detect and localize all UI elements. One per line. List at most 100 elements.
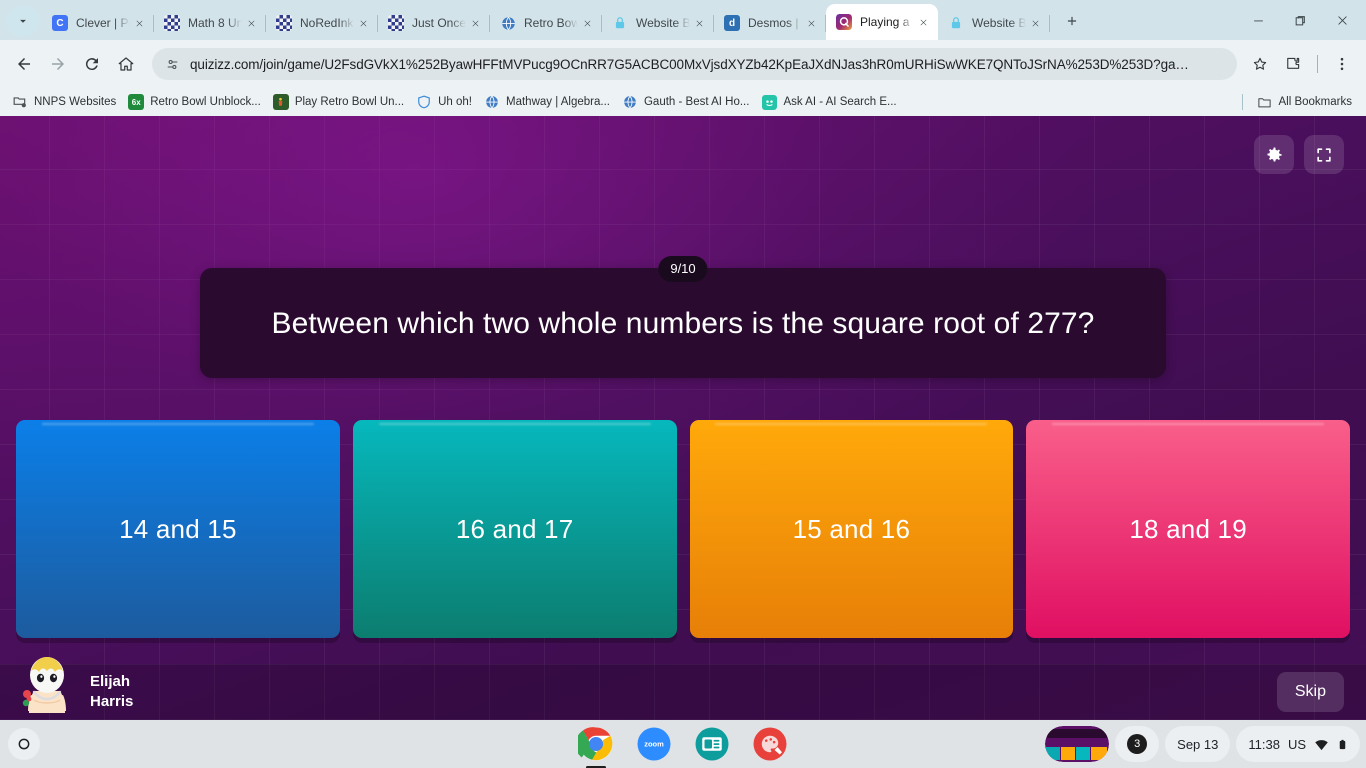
question-container: 9/10 Between which two whole numbers is …	[200, 256, 1166, 378]
folder-settings-icon	[12, 94, 28, 110]
chrome-app-icon[interactable]	[577, 725, 615, 763]
player-name: Elijah Harris	[90, 672, 133, 713]
tab-title: Desmos |	[748, 16, 799, 30]
zoom-app-icon[interactable]: zoom	[635, 725, 673, 763]
bookmark-item[interactable]: Mathway | Algebra...	[480, 91, 618, 113]
tab-close-button[interactable]	[690, 14, 708, 32]
bookmarks-divider	[1241, 94, 1243, 110]
bookmark-item[interactable]: Uh oh!	[412, 91, 480, 113]
forward-button[interactable]	[42, 48, 74, 80]
browser-tab[interactable]: Website Bl	[938, 6, 1050, 40]
maximize-button[interactable]	[1280, 4, 1320, 36]
address-bar[interactable]: quizizz.com/join/game/U2FsdGVkX1%252Byaw…	[152, 48, 1237, 80]
answer-option[interactable]: 16 and 17	[352, 420, 677, 638]
window-controls	[1238, 4, 1362, 36]
circle-icon	[18, 738, 30, 750]
bookmark-label: Uh oh!	[438, 96, 472, 108]
bookmark-label: Retro Bowl Unblock...	[150, 96, 261, 108]
canvas-app-icon[interactable]	[751, 725, 789, 763]
extensions-button[interactable]	[1277, 48, 1309, 80]
answer-option[interactable]: 15 and 16	[689, 420, 1014, 638]
quizizz-game-page: 9/10 Between which two whole numbers is …	[0, 116, 1366, 720]
bookmark-item[interactable]: Play Retro Bowl Un...	[269, 91, 412, 113]
browser-menu-button[interactable]	[1326, 48, 1358, 80]
settings-button[interactable]	[1254, 135, 1294, 174]
answer-label: 18 and 19	[1129, 513, 1247, 544]
date-tray-button[interactable]: Sep 13	[1165, 726, 1231, 762]
bookmarks-bar: NNPS Websites 6x Retro Bowl Unblock... Play…	[0, 88, 1366, 116]
shield-icon	[416, 94, 432, 110]
tab-close-button[interactable]	[1026, 14, 1044, 32]
browser-tab[interactable]: Playing a	[826, 4, 938, 40]
tab-title: Clever | Po	[76, 16, 130, 30]
notification-counter-button[interactable]: 3	[1115, 726, 1160, 762]
player-first-name: Elijah	[90, 672, 131, 690]
close-button[interactable]	[1322, 4, 1362, 36]
browser-tab[interactable]: Just Once	[378, 6, 490, 40]
bookmark-item[interactable]: NNPS Websites	[8, 91, 124, 113]
lock-icon	[948, 15, 964, 31]
bookmark-label: NNPS Websites	[34, 96, 117, 108]
shelf-app-list: zoom	[577, 725, 789, 763]
status-area: 3 Sep 13 11:38 US	[1045, 726, 1360, 762]
tab-title: Math 8 Un	[188, 16, 242, 30]
tab-close-button[interactable]	[914, 13, 932, 31]
bookmark-label: Play Retro Bowl Un...	[294, 96, 405, 108]
checkerboard-icon	[388, 15, 404, 31]
close-icon	[1337, 15, 1347, 25]
window-preview-button[interactable]	[1045, 726, 1110, 762]
browser-toolbar: quizizz.com/join/game/U2FsdGVkX1%252Byaw…	[0, 40, 1366, 88]
tab-title: Website Bl	[636, 16, 690, 30]
chevron-down-icon	[20, 19, 26, 23]
home-icon	[118, 57, 134, 71]
browser-tab[interactable]: Math 8 Un	[154, 6, 266, 40]
home-button[interactable]	[110, 48, 142, 80]
fullscreen-button[interactable]	[1304, 135, 1344, 174]
tab-close-button[interactable]	[130, 14, 148, 32]
tab-search-button[interactable]	[6, 6, 40, 36]
answer-option[interactable]: 18 and 19	[1026, 420, 1350, 638]
browser-tab[interactable]: C Clever | Po	[42, 6, 154, 40]
bookmark-item[interactable]: 6x Retro Bowl Unblock...	[124, 91, 269, 113]
answer-label: 16 and 17	[455, 513, 574, 544]
tab-close-button[interactable]	[242, 14, 260, 32]
bookmark-item[interactable]: Gauth - Best AI Ho...	[618, 91, 757, 113]
system-tray-button[interactable]: 11:38 US	[1236, 726, 1360, 762]
new-tab-button[interactable]	[1058, 7, 1086, 35]
all-bookmarks-button[interactable]: All Bookmarks	[1253, 91, 1361, 113]
browser-tab[interactable]: Website Bl	[602, 6, 714, 40]
tab-title: Retro Bowl	[524, 16, 578, 30]
bookmark-label: Mathway | Algebra...	[506, 96, 610, 108]
tab-close-button[interactable]	[578, 14, 596, 32]
site-settings-icon[interactable]	[162, 54, 182, 74]
tab-close-button[interactable]	[802, 14, 820, 32]
reload-button[interactable]	[76, 48, 108, 80]
bookmarks-bar-right: All Bookmarks	[1241, 88, 1361, 116]
skip-button[interactable]: Skip	[1276, 672, 1344, 712]
browser-tab[interactable]: Retro Bowl	[490, 6, 602, 40]
bookmark-star-button[interactable]	[1245, 49, 1275, 79]
minimize-button[interactable]	[1238, 4, 1278, 36]
puzzle-icon	[1287, 57, 1300, 69]
game-footer: Elijah Harris Skip	[0, 657, 1366, 720]
browser-tab[interactable]: d Desmos |	[714, 6, 826, 40]
answer-label: 14 and 15	[119, 513, 237, 544]
player-last-name: Harris	[90, 693, 134, 710]
reload-icon	[85, 58, 98, 71]
browser-tab[interactable]: NoRedInk:	[266, 6, 378, 40]
bookmark-item[interactable]: Ask AI - AI Search E...	[757, 91, 904, 113]
lock-icon	[612, 15, 628, 31]
checkerboard-icon	[276, 15, 292, 31]
question-card: Between which two whole numbers is the s…	[200, 268, 1166, 378]
wifi-icon	[1315, 739, 1328, 750]
back-button[interactable]	[8, 48, 40, 80]
launcher-button[interactable]	[8, 728, 40, 760]
shelf-date: Sep 13	[1177, 736, 1219, 752]
tab-close-button[interactable]	[466, 14, 484, 32]
screencast-app-icon[interactable]	[693, 725, 731, 763]
tab-close-button[interactable]	[354, 14, 372, 32]
restore-icon	[1295, 15, 1305, 25]
svg-text:zoom: zoom	[644, 740, 664, 749]
answer-option[interactable]: 14 and 15	[16, 420, 340, 638]
star-icon	[1253, 57, 1267, 70]
